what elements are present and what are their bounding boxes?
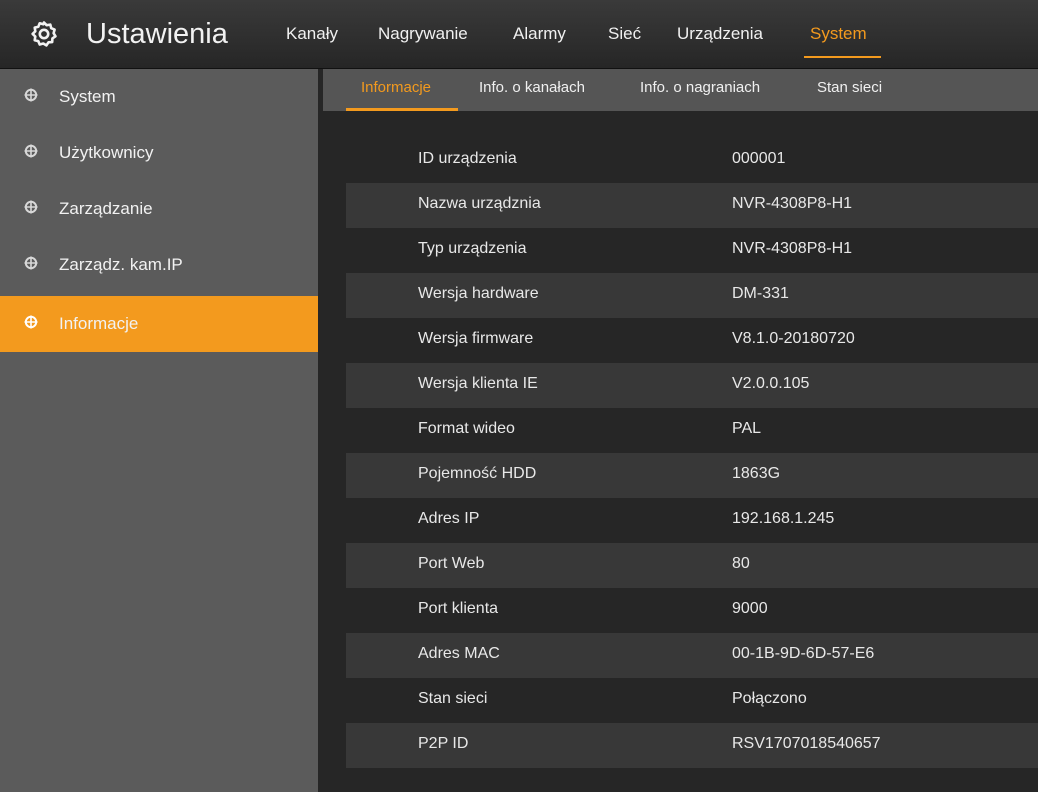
table-row: Port Web 80 <box>346 543 1038 588</box>
sidebar-item-system[interactable]: System <box>0 69 318 125</box>
table-row: ID urządzenia 000001 <box>346 138 1038 183</box>
tab-nagrywanie[interactable]: Nagrywanie <box>378 24 468 44</box>
table-row: P2P ID RSV1707018540657 <box>346 723 1038 768</box>
content-panel: Informacje Info. o kanałach Info. o nagr… <box>318 69 1038 792</box>
row-value: NVR-4308P8-H1 <box>732 240 853 257</box>
table-row: Wersja hardware DM-331 <box>346 273 1038 318</box>
row-label: Wersja hardware <box>418 285 539 302</box>
top-bar: Ustawienia Kanały Nagrywanie Alarmy Sieć… <box>0 0 1038 69</box>
subtab-bar: Informacje Info. o kanałach Info. o nagr… <box>323 69 1038 111</box>
crosshair-bullet-icon <box>24 315 38 329</box>
crosshair-bullet-icon <box>24 144 38 158</box>
row-value: 000001 <box>732 150 786 167</box>
row-value: PAL <box>732 420 762 437</box>
sidebar-item-zarzadz-kam-ip[interactable]: Zarządz. kam.IP <box>0 237 318 293</box>
sidebar-item-uzytkownicy[interactable]: Użytkownicy <box>0 125 318 181</box>
sidebar-item-zarzadzanie[interactable]: Zarządzanie <box>0 181 318 237</box>
row-label: Port Web <box>418 555 485 572</box>
table-row: Port klienta 9000 <box>346 588 1038 633</box>
row-label: Port klienta <box>418 600 499 617</box>
crosshair-bullet-icon <box>24 88 38 102</box>
subtab-info-o-nagraniach[interactable]: Info. o nagraniach <box>640 79 760 96</box>
row-label: Nazwa urządznia <box>418 195 541 212</box>
gear-icon <box>31 21 57 47</box>
subtab-stan-sieci[interactable]: Stan sieci <box>817 79 882 96</box>
table-row: Wersja klienta IE V2.0.0.105 <box>346 363 1038 408</box>
row-value: 80 <box>732 555 750 572</box>
row-label: P2P ID <box>418 735 469 752</box>
row-label: ID urządzenia <box>418 150 517 167</box>
sidebar: System Użytkownicy Zarządzanie Zarządz. … <box>0 69 318 792</box>
row-value: RSV1707018540657 <box>732 735 881 752</box>
row-label: Adres IP <box>418 510 480 527</box>
table-row: Nazwa urządznia NVR-4308P8-H1 <box>346 183 1038 228</box>
sidebar-item-label: Informacje <box>59 314 139 333</box>
row-label: Typ urządzenia <box>418 240 527 257</box>
info-table: ID urządzenia 000001 Nazwa urządznia NVR… <box>346 138 1038 768</box>
tab-alarmy[interactable]: Alarmy <box>513 24 566 44</box>
crosshair-bullet-icon <box>24 200 38 214</box>
row-label: Adres MAC <box>418 645 500 662</box>
sidebar-item-informacje[interactable]: Informacje <box>0 296 318 352</box>
crosshair-bullet-icon <box>24 256 38 270</box>
app-title: Ustawienia <box>86 18 228 50</box>
table-row: Adres IP 192.168.1.245 <box>346 498 1038 543</box>
subtab-informacje[interactable]: Informacje <box>361 79 431 96</box>
row-value: 1863G <box>732 465 781 482</box>
row-label: Wersja firmware <box>418 330 534 347</box>
row-value: V8.1.0-20180720 <box>732 330 855 347</box>
sidebar-item-label: System <box>59 87 116 106</box>
row-label: Pojemność HDD <box>418 465 537 482</box>
row-value: 192.168.1.245 <box>732 510 835 527</box>
row-value: NVR-4308P8-H1 <box>732 195 853 212</box>
subtab-info-o-kanalach[interactable]: Info. o kanałach <box>479 79 585 96</box>
table-row: Typ urządzenia NVR-4308P8-H1 <box>346 228 1038 273</box>
table-row: Wersja firmware V8.1.0-20180720 <box>346 318 1038 363</box>
tab-kanaly[interactable]: Kanały <box>286 24 338 44</box>
row-value: Połączono <box>732 690 807 707</box>
row-value: DM-331 <box>732 285 789 302</box>
sidebar-item-label: Użytkownicy <box>59 143 154 162</box>
tab-siec[interactable]: Sieć <box>608 24 641 44</box>
table-row: Adres MAC 00-1B-9D-6D-57-E6 <box>346 633 1038 678</box>
sidebar-item-label: Zarządzanie <box>59 199 153 218</box>
row-value: V2.0.0.105 <box>732 375 810 392</box>
row-value: 00-1B-9D-6D-57-E6 <box>732 645 875 662</box>
tab-system[interactable]: System <box>804 24 881 58</box>
row-value: 9000 <box>732 600 768 617</box>
sidebar-item-label: Zarządz. kam.IP <box>59 255 183 274</box>
active-subtab-indicator <box>346 108 458 111</box>
row-label: Format wideo <box>418 420 515 437</box>
table-row: Stan sieci Połączono <box>346 678 1038 723</box>
table-row: Format wideo PAL <box>346 408 1038 453</box>
row-label: Stan sieci <box>418 690 488 707</box>
tab-urzadzenia[interactable]: Urządzenia <box>677 24 763 44</box>
row-label: Wersja klienta IE <box>418 375 538 392</box>
table-row: Pojemność HDD 1863G <box>346 453 1038 498</box>
